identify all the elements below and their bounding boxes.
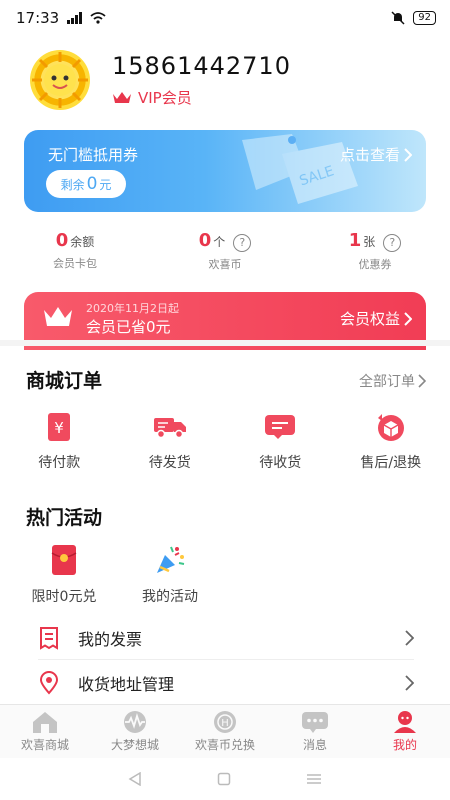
back-triangle-icon[interactable] (128, 772, 142, 786)
stat-coins[interactable]: 0 个? 欢喜币 (150, 230, 300, 271)
home-icon (33, 712, 57, 733)
home-square-icon[interactable] (217, 772, 231, 786)
menu-lines-icon[interactable] (306, 772, 322, 786)
tab-dream-city[interactable]: 大梦想城 (90, 705, 180, 758)
chevron-right-icon (405, 675, 414, 691)
coin-icon: H (214, 711, 236, 733)
status-bar: 17:33 92 (0, 0, 450, 36)
vip-benefits-link[interactable]: 会员权益 (340, 308, 412, 329)
order-status-row: ¥ 待付款 待发货 待收货 售后/退换 (0, 410, 450, 480)
wifi-icon (90, 12, 106, 24)
red-envelope-icon (46, 542, 82, 578)
return-box-icon (373, 410, 409, 444)
help-icon[interactable]: ? (383, 233, 402, 252)
order-pending-payment[interactable]: ¥ 待付款 (4, 410, 115, 480)
vip-badge[interactable]: VIP会员 (112, 87, 192, 108)
vip-saved-amount: 会员已省0元 (86, 318, 171, 336)
activities-section-title: 热门活动 (26, 507, 103, 529)
yuan-card-icon: ¥ (41, 410, 77, 444)
coupon-remaining-value: 0 (86, 174, 98, 194)
order-pending-receipt[interactable]: 待收货 (225, 410, 336, 480)
truck-icon (152, 410, 188, 444)
message-card-icon (262, 410, 298, 444)
chevron-right-icon (404, 147, 412, 162)
profile-page: 17:33 92 15861442710 VIP会员 SALE 无门槛抵用券 剩… (0, 0, 450, 800)
order-pending-shipment[interactable]: 待发货 (115, 410, 226, 480)
coupon-remaining-pill: 剩余 0 元 (46, 170, 126, 198)
system-nav-bar (0, 758, 450, 800)
tab-messages[interactable]: 消息 (270, 705, 360, 758)
all-orders-link[interactable]: 全部订单 (359, 371, 426, 391)
location-pin-icon (39, 671, 59, 695)
mute-bell-icon (391, 11, 405, 25)
coupon-banner[interactable]: SALE 无门槛抵用券 剩余 0 元 点击查看 (24, 130, 426, 212)
account-stats: 0 余额 会员卡包 0 个? 欢喜币 1 张? 优惠券 (0, 230, 450, 271)
activities-row: 限时0元兑 我的活动 (26, 542, 208, 606)
party-popper-icon (152, 542, 188, 578)
chevron-right-icon (418, 374, 426, 388)
sale-tag-icon: SALE (242, 134, 358, 204)
vip-label: VIP会员 (138, 89, 192, 107)
chat-icon (302, 712, 328, 733)
activity-zero-yuan[interactable]: 限时0元兑 (26, 542, 102, 606)
list-item-address[interactable]: 收货地址管理 (38, 663, 414, 703)
crown-icon (44, 307, 72, 326)
list-item-invoice[interactable]: 我的发票 (38, 618, 414, 658)
wave-icon (124, 711, 146, 733)
sun-mascot-icon (32, 52, 88, 108)
stat-coupons[interactable]: 1 张? 优惠券 (300, 230, 450, 271)
avatar[interactable] (30, 50, 90, 110)
svg-text:H: H (221, 718, 229, 729)
tab-coin-exchange[interactable]: H 欢喜币兑换 (180, 705, 270, 758)
invoice-icon (40, 627, 58, 650)
vip-start-date: 2020年11月2日起 (86, 302, 179, 315)
help-icon[interactable]: ? (233, 233, 252, 252)
tab-mine[interactable]: 我的 (360, 705, 450, 758)
status-time: 17:33 (16, 9, 60, 27)
orders-section-title: 商城订单 (26, 370, 103, 392)
signal-icon (67, 12, 83, 24)
svg-text:¥: ¥ (54, 419, 64, 437)
chevron-right-icon (405, 630, 414, 646)
crown-icon (113, 91, 131, 103)
chevron-right-icon (404, 311, 412, 326)
activity-my-activities[interactable]: 我的活动 (132, 542, 208, 606)
stat-balance[interactable]: 0 余额 会员卡包 (0, 230, 150, 270)
section-divider (0, 340, 450, 346)
order-after-sales[interactable]: 售后/退换 (336, 410, 447, 480)
bottom-tab-bar: 欢喜商城 大梦想城 H 欢喜币兑换 消息 我的 (0, 704, 450, 758)
tab-home[interactable]: 欢喜商城 (0, 705, 90, 758)
user-phone: 15861442710 (112, 52, 291, 80)
battery-indicator: 92 (413, 11, 436, 25)
coupon-title: 无门槛抵用券 (48, 146, 139, 164)
coupon-view-link[interactable]: 点击查看 (340, 144, 412, 165)
list-divider (38, 659, 414, 660)
person-icon (394, 711, 416, 733)
